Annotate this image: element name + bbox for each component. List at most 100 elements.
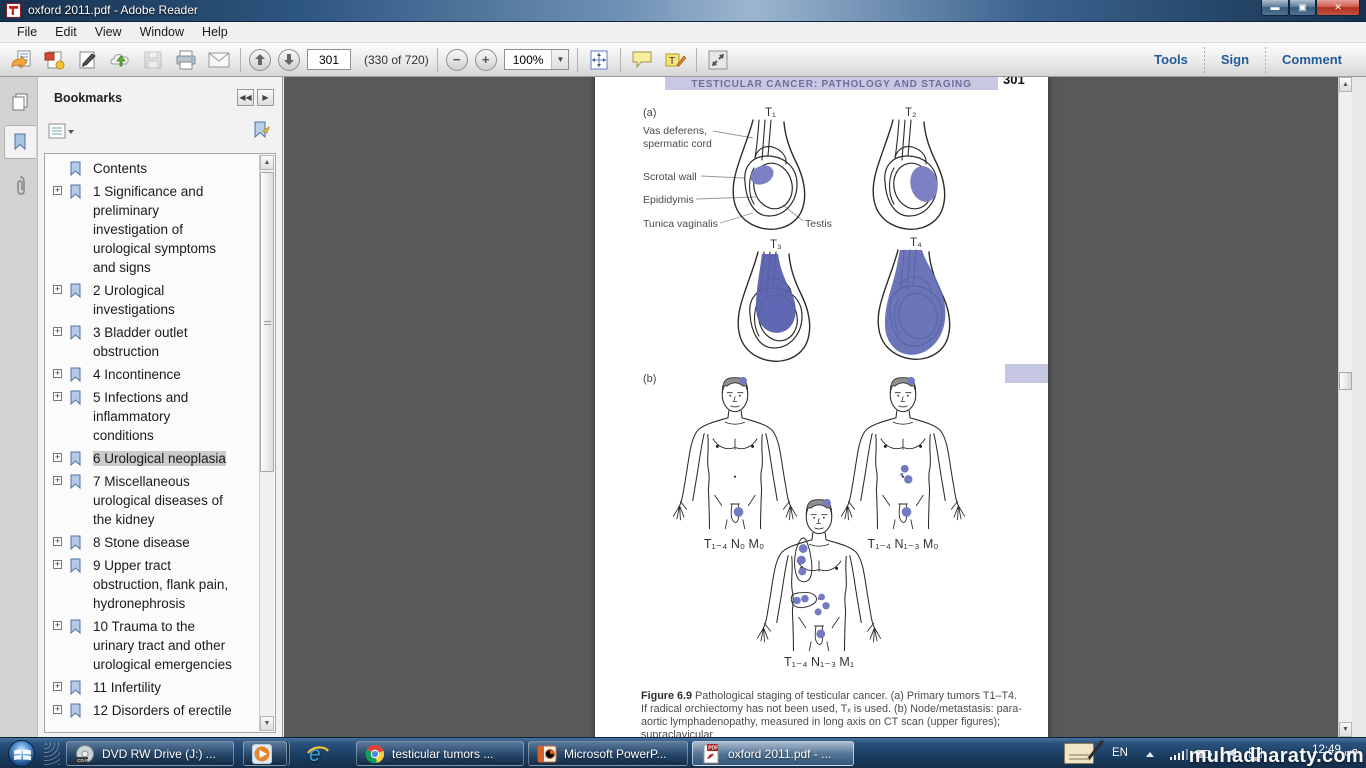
zoom-out-button[interactable]: − [446,49,468,71]
bookmarks-tab[interactable] [4,125,36,159]
menu-help[interactable]: Help [193,23,237,41]
signal-strength-icon[interactable] [1170,749,1189,760]
tablet-input-icon[interactable] [1064,743,1094,764]
bookmark-item[interactable]: + 2 Urological investigations [45,280,256,322]
zoom-dropdown-arrow[interactable]: ▼ [551,50,568,69]
bookmark-item[interactable]: + 5 Infections and inflammatory conditio… [45,387,256,448]
zoom-level-value: 100% [505,53,552,67]
adobe-reader-icon [6,3,21,18]
bookmark-item[interactable]: + 4 Incontinence [45,364,256,387]
close-button[interactable]: ✕ [1316,0,1360,16]
bookmarks-scrollbar[interactable]: ▲ ▼ [259,155,274,731]
expander-icon[interactable]: + [53,682,62,691]
next-page-button[interactable] [278,49,300,71]
svg-text:T₁₋₄ N₁₋₃ M₁: T₁₋₄ N₁₋₃ M₁ [784,655,854,669]
svg-text:T₃: T₃ [770,239,782,251]
bookmark-item[interactable]: + 7 Miscellaneous urological diseases of… [45,471,256,532]
taskbar-button-dvd[interactable]: CD-R DVD RW Drive (J:) ... [66,741,234,766]
comment-bubble-icon[interactable] [629,48,655,72]
taskbar-button-powerpoint[interactable]: Microsoft PowerP... [528,741,688,766]
new-bookmark-button[interactable] [252,121,272,145]
bookmark-item[interactable]: Contents [45,158,256,181]
running-header-band: TESTICULAR CANCER: PATHOLOGY AND STAGING [665,77,998,90]
restore-button[interactable]: ▣ [1289,0,1316,16]
zoom-in-button[interactable]: + [475,49,497,71]
taskbar-button-media-player[interactable] [243,741,287,766]
scroll-down-button[interactable]: ▼ [260,716,274,731]
menu-file[interactable]: File [8,23,46,41]
running-header: TESTICULAR CANCER: PATHOLOGY AND STAGING [691,79,971,90]
expand-panel-button[interactable]: ▶ [257,89,274,106]
previous-page-button[interactable] [249,49,271,71]
navigation-strip [0,77,38,737]
bookmark-item[interactable]: + 11 Infertility [45,677,256,700]
expander-icon[interactable]: + [53,453,62,462]
hidden-icons-arrow[interactable] [1146,752,1154,757]
tools-button[interactable]: Tools [1138,52,1204,67]
zoom-level-select[interactable]: 100% ▼ [504,49,570,70]
svg-text:T₄: T₄ [910,237,922,249]
scrollbar-thumb[interactable] [260,172,274,472]
fit-page-icon[interactable] [586,48,612,72]
bookmark-item[interactable]: + 3 Bladder outlet obstruction [45,322,256,364]
bookmarks-panel: Bookmarks ◀◀ ▶ Contents [38,77,283,737]
create-pdf-icon[interactable] [41,48,67,72]
menu-window[interactable]: Window [131,23,193,41]
sign-button[interactable]: Sign [1205,52,1265,67]
menu-bar: File Edit View Window Help [0,22,1366,43]
expander-icon[interactable]: + [53,560,62,569]
bookmark-item-selected[interactable]: + 6 Urological neoplasia [45,448,256,471]
taskbar-button-internet-explorer[interactable]: e [298,741,342,766]
svg-text:T₁: T₁ [765,107,776,119]
comment-button[interactable]: Comment [1266,52,1358,67]
doc-scrollbar-thumb[interactable] [1339,372,1352,390]
start-button[interactable] [8,740,35,767]
collapse-panel-button[interactable]: ◀◀ [237,89,254,106]
bookmark-item[interactable]: + 9 Upper tract obstruction, flank pain,… [45,555,256,616]
bookmark-options-button[interactable] [48,123,74,145]
svg-text:Testis: Testis [805,218,832,230]
email-icon[interactable] [206,48,232,72]
document-scrollbar[interactable]: ▲ ▼ [1338,77,1352,737]
expander-icon[interactable]: + [53,537,62,546]
bookmark-item[interactable]: + 8 Stone disease [45,532,256,555]
open-file-icon[interactable] [8,48,34,72]
expander-icon[interactable]: + [53,705,62,714]
attachments-tab[interactable] [4,169,36,203]
expander-icon[interactable]: + [53,186,62,195]
expander-icon[interactable]: + [53,392,62,401]
bookmark-item[interactable]: + 10 Trauma to the urinary tract and oth… [45,616,256,677]
sign-fill-icon[interactable] [74,48,100,72]
doc-scroll-down-button[interactable]: ▼ [1339,722,1352,737]
page-number-input[interactable] [307,49,351,70]
expander-icon[interactable]: + [53,327,62,336]
scroll-up-button[interactable]: ▲ [260,155,274,170]
bookmark-item[interactable]: + 12 Disorders of erectile [45,700,256,723]
highlight-text-icon[interactable]: T [662,48,688,72]
powerpoint-icon [537,744,557,764]
language-indicator[interactable]: EN [1112,747,1128,759]
fullscreen-icon[interactable] [705,48,731,72]
svg-text:Scrotal wall: Scrotal wall [643,171,697,183]
save-icon[interactable] [140,48,166,72]
minimize-button[interactable]: ▬ [1261,0,1289,16]
expander-icon[interactable]: + [53,369,62,378]
page-thumbnails-tab[interactable] [4,85,36,119]
pdf-page: TESTICULAR CANCER: PATHOLOGY AND STAGING… [595,77,1048,737]
page-number: 301 [1003,77,1025,87]
menu-view[interactable]: View [86,23,131,41]
doc-scroll-up-button[interactable]: ▲ [1339,77,1352,92]
svg-text:T: T [669,56,675,67]
document-area[interactable]: TESTICULAR CANCER: PATHOLOGY AND STAGING… [284,77,1352,737]
expander-icon[interactable]: + [53,476,62,485]
title-bar: oxford 2011.pdf - Adobe Reader ▬ ▣ ✕ [0,0,1366,22]
cloud-upload-icon[interactable] [107,48,133,72]
expander-icon[interactable]: + [53,285,62,294]
taskbar-button-chrome[interactable]: testicular tumors ... [356,741,524,766]
print-icon[interactable] [173,48,199,72]
taskbar-button-adobe-reader[interactable]: PDF oxford 2011.pdf - ... [692,741,854,766]
toolbar: (330 of 720) − + 100% ▼ T [0,43,1366,77]
bookmark-item[interactable]: + 1 Significance and preliminary investi… [45,181,256,280]
menu-edit[interactable]: Edit [46,23,86,41]
expander-icon[interactable]: + [53,621,62,630]
